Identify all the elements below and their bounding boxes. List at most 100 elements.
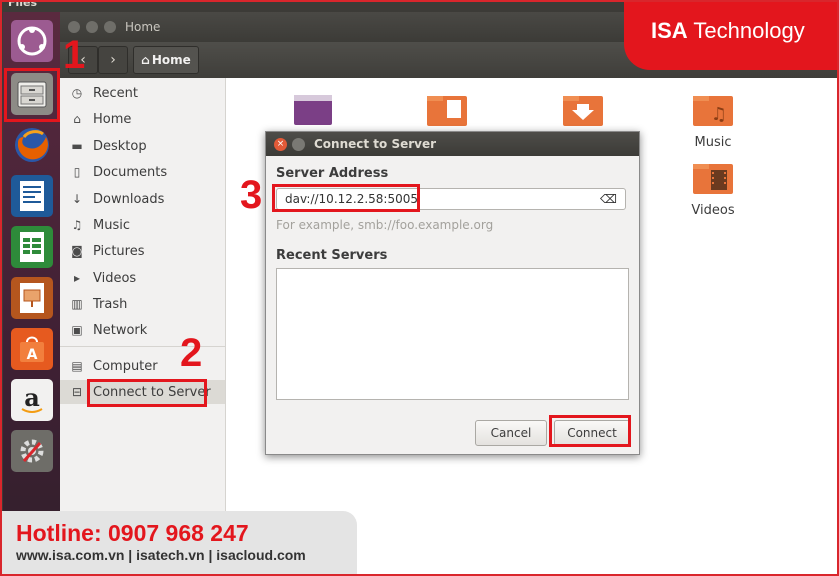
folder-music-icon: ♫: [693, 96, 733, 126]
launcher-firefox-button[interactable]: [11, 124, 53, 166]
home-icon: ⌂: [141, 53, 150, 67]
folder-label: Music: [694, 135, 732, 150]
launcher-software-center-button[interactable]: A: [11, 328, 53, 370]
top-panel-title: Files: [8, 0, 38, 9]
system-settings-icon: [20, 439, 44, 463]
home-icon: ⌂: [73, 112, 81, 126]
sidebar-item-recent[interactable]: ◷ Recent: [60, 81, 225, 105]
step-number-1: 1: [63, 33, 86, 77]
download-icon: ↓: [71, 192, 83, 206]
svg-text:♫: ♫: [711, 104, 727, 125]
dialog-titlebar: × Connect to Server: [266, 132, 639, 156]
sidebar-item-label: Network: [93, 322, 148, 338]
chevron-right-icon: ›: [110, 52, 116, 68]
places-sidebar: ◷ Recent ⌂ Home ▬ Desktop ▯ Documents ↓ Downl…: [60, 78, 226, 576]
sidebar-item-videos[interactable]: ▸ Videos: [60, 266, 225, 290]
recent-servers-label: Recent Servers: [276, 248, 388, 263]
launcher-calc-button[interactable]: [11, 226, 53, 268]
server-address-label: Server Address: [276, 166, 389, 181]
sidebar-item-label: Videos: [93, 270, 137, 286]
sidebar-item-connect-to-server[interactable]: ⊟ Connect to Server: [60, 380, 225, 404]
forward-button[interactable]: ›: [98, 46, 128, 74]
hotline-text: Hotline: 0907 968 247: [16, 520, 249, 546]
amazon-icon: a: [21, 384, 43, 413]
window-maximize-button[interactable]: [104, 21, 116, 33]
logo-rest: Technology: [693, 18, 805, 43]
sidebar-item-label: Downloads: [93, 191, 165, 207]
folder-label: Videos: [691, 203, 735, 218]
sidebar-item-trash[interactable]: ▥ Trash: [60, 292, 225, 316]
launcher-amazon-button[interactable]: a: [11, 379, 53, 421]
folder-item[interactable]: [412, 92, 482, 135]
sidebar-item-label: Connect to Server: [93, 384, 211, 400]
launcher-writer-button[interactable]: [11, 175, 53, 217]
clock-icon: ◷: [71, 86, 83, 100]
sidebar-item-music[interactable]: ♫ Music: [60, 213, 225, 237]
trash-icon: ▥: [71, 297, 83, 311]
cancel-button[interactable]: Cancel: [475, 420, 547, 446]
launcher-impress-button[interactable]: [11, 277, 53, 319]
svg-text:A: A: [27, 347, 38, 363]
window-title: Home: [125, 20, 161, 34]
launcher-settings-button[interactable]: [11, 430, 53, 472]
dialog-close-button[interactable]: ×: [274, 138, 287, 151]
document-icon: ▯: [73, 165, 81, 179]
firefox-icon: [15, 128, 49, 162]
clear-input-icon[interactable]: ⌫: [600, 192, 617, 206]
logo-bold: ISA: [651, 18, 688, 43]
folder-documents-icon: [427, 96, 467, 126]
folder-icon: [294, 95, 332, 125]
breadcrumb-home[interactable]: ⌂ Home: [133, 46, 199, 74]
sidebar-item-label: Home: [93, 111, 132, 127]
sidebar-item-documents[interactable]: ▯ Documents: [60, 160, 225, 184]
sidebar-item-downloads[interactable]: ↓ Downloads: [60, 187, 225, 211]
folder-music[interactable]: ♫ Music: [678, 92, 748, 150]
folder-videos[interactable]: Videos: [678, 160, 748, 218]
connect-to-server-dialog: × Connect to Server Server Address dav:/…: [265, 131, 640, 455]
ubuntu-logo-icon: [17, 26, 47, 56]
folder-videos-icon: [693, 164, 733, 194]
camera-icon: ◙: [71, 244, 83, 258]
server-address-value: dav://10.12.2.58:5005: [285, 192, 419, 206]
hotline-banner: Hotline: 0907 968 247 www.isa.com.vn | i…: [0, 511, 357, 576]
shopping-bag-icon: A: [20, 336, 44, 363]
launcher-dash-button[interactable]: [11, 20, 53, 62]
window-minimize-button[interactable]: [86, 21, 98, 33]
breadcrumb-label: Home: [151, 53, 191, 67]
sidebar-item-label: Desktop: [93, 138, 147, 154]
websites-text: www.isa.com.vn | isatech.vn | isacloud.c…: [16, 547, 306, 563]
sidebar-item-label: Computer: [93, 358, 158, 374]
dialog-minimize-button[interactable]: [292, 138, 305, 151]
dialog-title: Connect to Server: [314, 137, 437, 151]
folder-item[interactable]: [548, 92, 618, 135]
server-address-hint: For example, smb://foo.example.org: [276, 218, 494, 232]
isa-logo-banner: ISA Technology: [624, 0, 839, 70]
video-icon: ▸: [73, 271, 81, 285]
computer-icon: ▤: [71, 359, 83, 373]
sidebar-item-label: Music: [93, 217, 130, 233]
svg-text:a: a: [24, 384, 40, 412]
launcher: A a: [3, 12, 60, 576]
folder-item[interactable]: [278, 92, 348, 135]
close-icon: ×: [276, 139, 285, 149]
sidebar-item-label: Pictures: [93, 243, 145, 259]
spreadsheet-icon: [20, 232, 44, 262]
sidebar-item-home[interactable]: ⌂ Home: [60, 107, 225, 131]
launcher-files-button[interactable]: [11, 73, 53, 115]
window-close-button[interactable]: [68, 21, 80, 33]
step-number-3: 3: [240, 173, 263, 217]
file-cabinet-icon: [17, 81, 47, 108]
connect-button[interactable]: Connect: [554, 420, 630, 446]
presentation-icon: [20, 283, 44, 313]
server-address-input[interactable]: dav://10.12.2.58:5005 ⌫: [276, 188, 626, 210]
sidebar-item-pictures[interactable]: ◙ Pictures: [60, 239, 225, 263]
recent-servers-list[interactable]: [276, 268, 629, 400]
music-icon: ♫: [71, 218, 83, 232]
isa-logo: ISA Technology: [651, 18, 805, 44]
sidebar-item-label: Trash: [93, 296, 128, 312]
sidebar-item-label: Recent: [93, 85, 138, 101]
network-icon: ▣: [71, 323, 83, 337]
server-icon: ⊟: [71, 385, 83, 399]
writer-document-icon: [20, 181, 44, 211]
sidebar-item-desktop[interactable]: ▬ Desktop: [60, 134, 225, 158]
